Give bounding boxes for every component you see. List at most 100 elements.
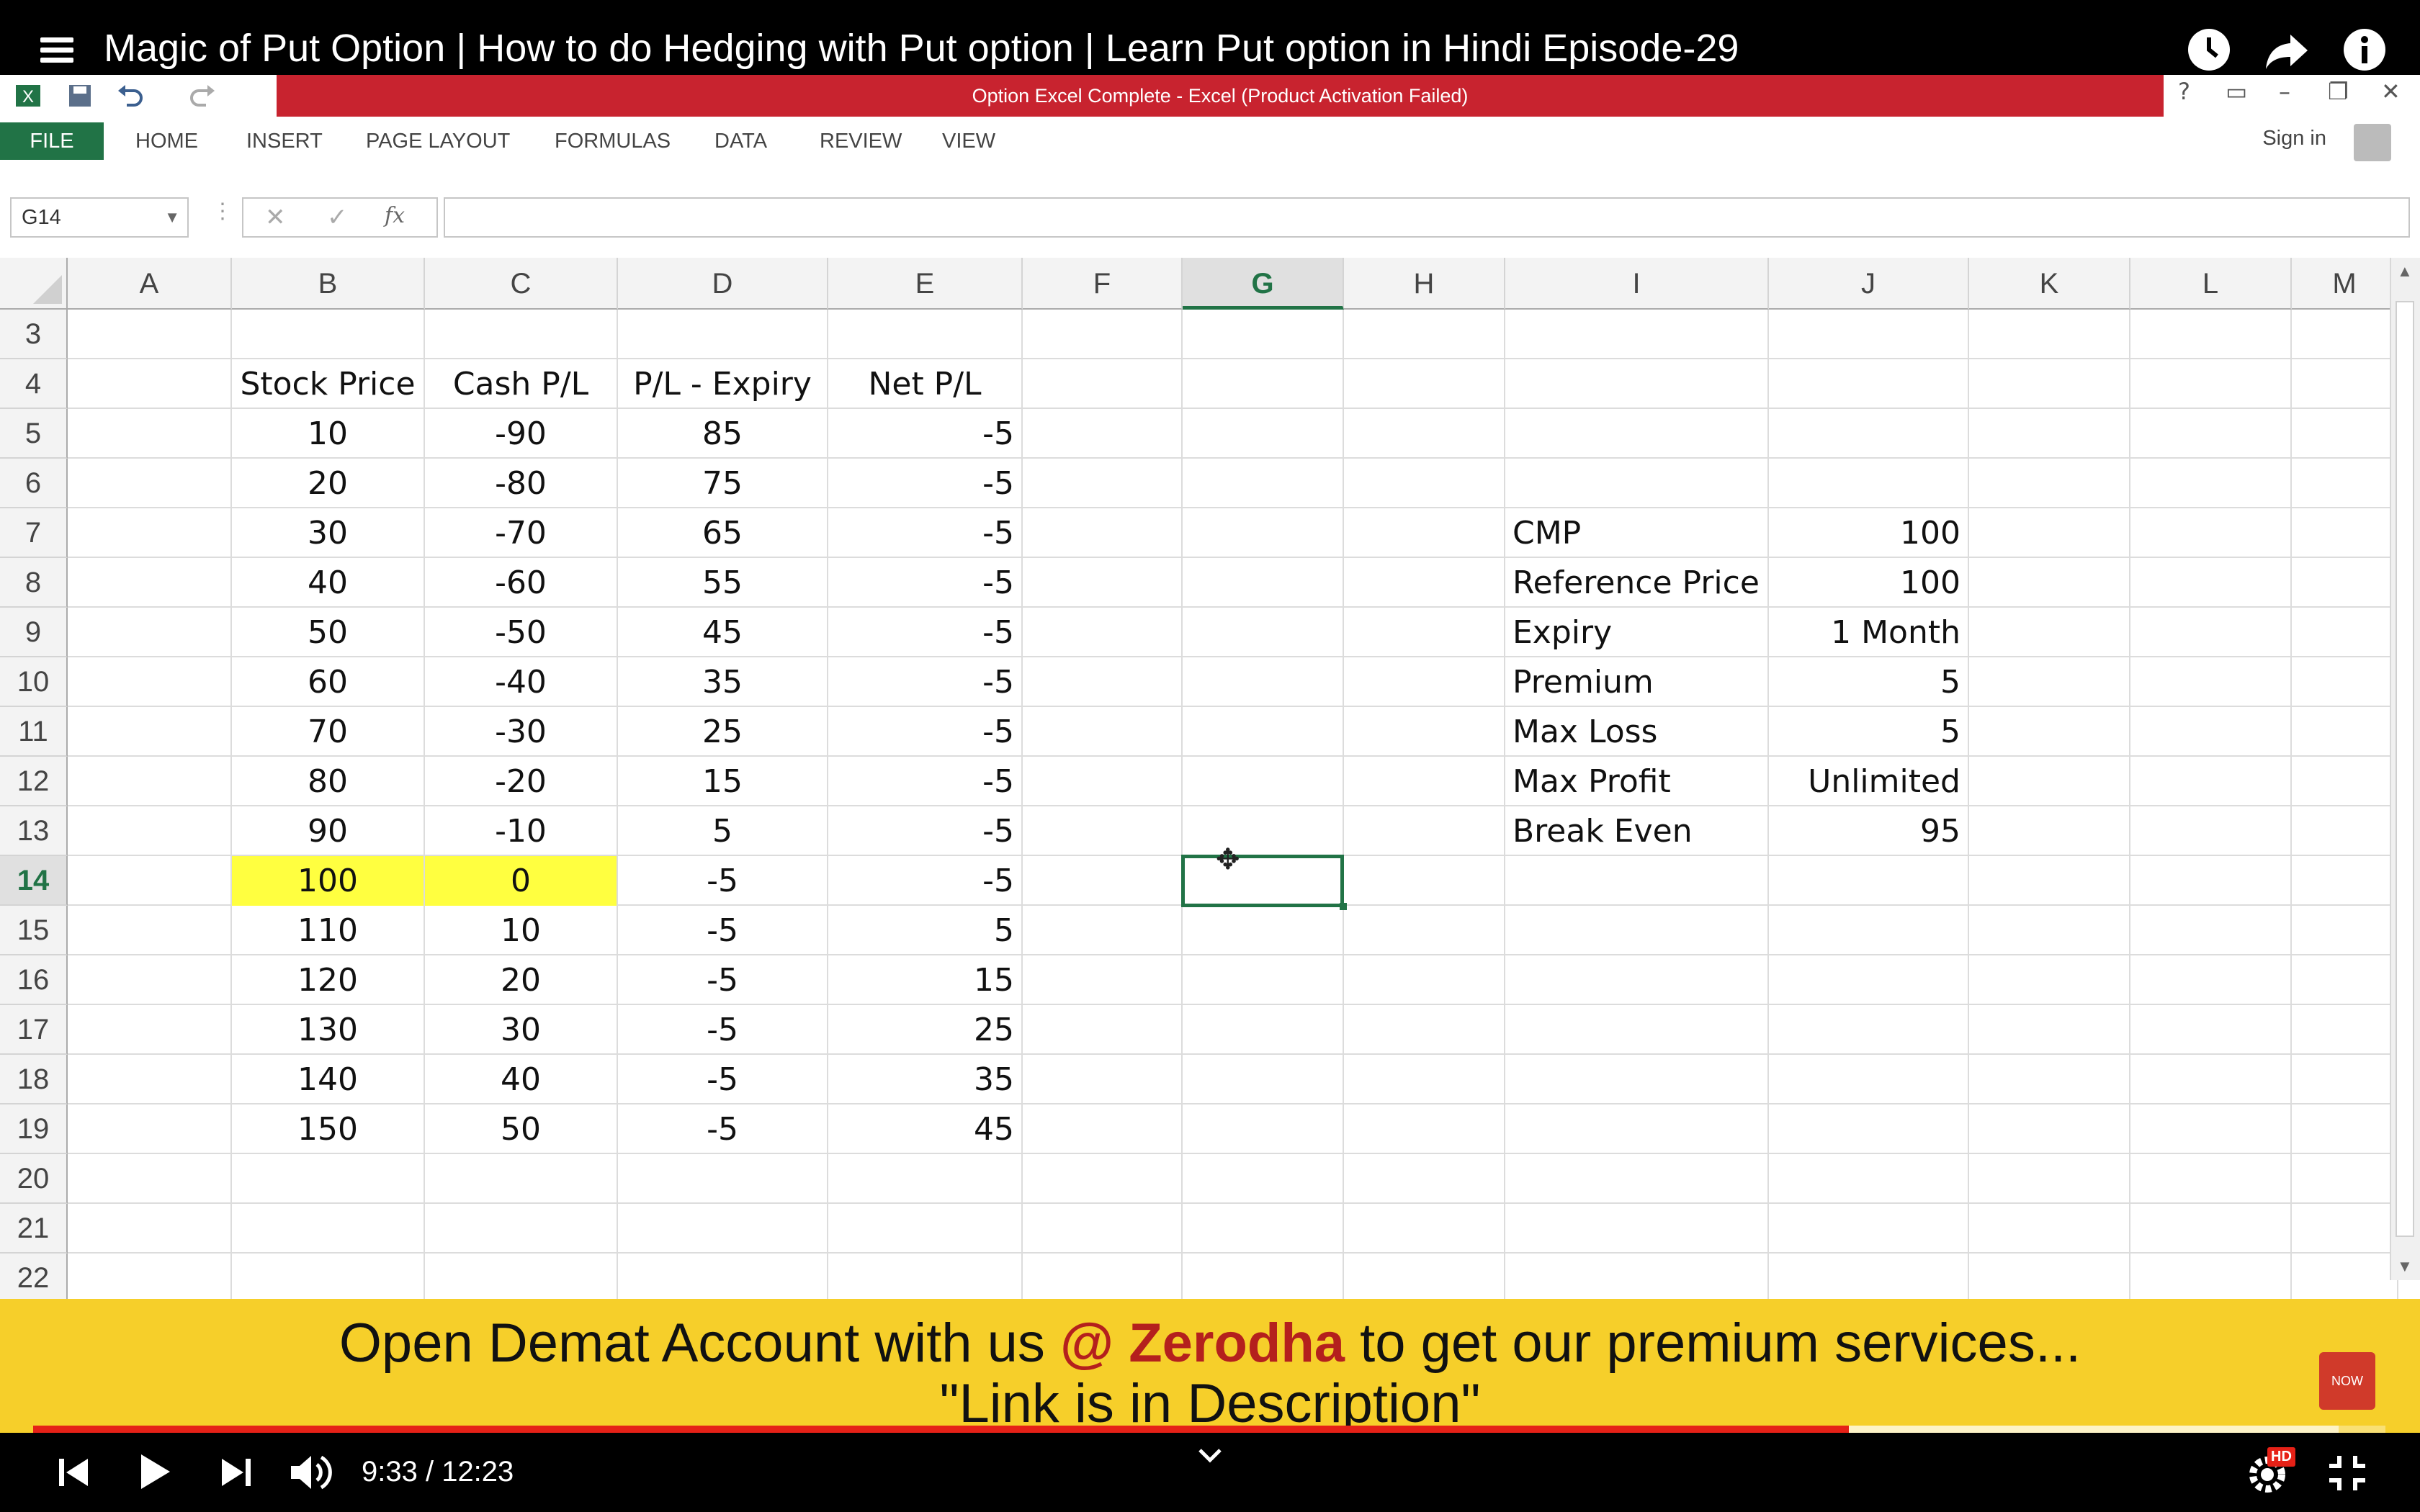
row-header-3[interactable]: 3 <box>0 310 68 359</box>
summary-label[interactable]: Max Loss <box>1505 707 1767 757</box>
restore-icon[interactable]: ❐ <box>2328 78 2349 105</box>
column-header-k[interactable]: K <box>1969 258 2130 310</box>
subscribe-badge[interactable]: NOW <box>2319 1352 2375 1410</box>
row-header-12[interactable]: 12 <box>0 757 68 806</box>
column-header-c[interactable]: C <box>425 258 618 310</box>
scroll-up-icon[interactable]: ▲ <box>2397 262 2413 281</box>
table-cell[interactable]: 10 <box>425 906 617 955</box>
video-title[interactable]: Magic of Put Option | How to do Hedging … <box>104 26 1739 71</box>
chevron-down-icon[interactable]: ▼ <box>164 199 180 236</box>
row-header-13[interactable]: 13 <box>0 806 68 856</box>
undo-icon[interactable] <box>115 81 145 111</box>
row-header-20[interactable]: 20 <box>0 1154 68 1204</box>
summary-label[interactable]: Max Profit <box>1505 757 1767 806</box>
scrollbar-thumb[interactable] <box>2396 301 2414 1237</box>
table-header-cell[interactable]: P/L - Expiry <box>618 359 827 409</box>
progress-bar[interactable] <box>33 1426 2385 1433</box>
table-cell[interactable]: 25 <box>828 1005 1021 1055</box>
table-cell[interactable]: -5 <box>828 508 1021 558</box>
table-cell[interactable]: 100 <box>232 856 424 906</box>
table-header-cell[interactable]: Cash P/L <box>425 359 617 409</box>
tab-page-layout[interactable]: PAGE LAYOUT <box>366 122 510 160</box>
table-cell[interactable]: 85 <box>618 409 827 459</box>
drag-handle-icon[interactable]: ⋮ <box>212 199 233 224</box>
table-cell[interactable]: -5 <box>618 856 827 906</box>
insert-function-icon[interactable]: fx <box>385 203 405 228</box>
table-cell[interactable]: -5 <box>618 1104 827 1154</box>
table-cell[interactable]: 110 <box>232 906 424 955</box>
table-cell[interactable]: -5 <box>828 856 1021 906</box>
summary-label[interactable]: Break Even <box>1505 806 1767 856</box>
summary-value[interactable]: Unlimited <box>1769 757 1968 806</box>
row-header-8[interactable]: 8 <box>0 558 68 608</box>
tab-file[interactable]: FILE <box>0 122 104 160</box>
table-cell[interactable]: 65 <box>618 508 827 558</box>
column-header-m[interactable]: M <box>2292 258 2398 310</box>
table-cell[interactable]: 5 <box>828 906 1021 955</box>
table-cell[interactable]: -5 <box>828 558 1021 608</box>
chevron-down-icon[interactable] <box>1197 1447 1223 1464</box>
column-header-g[interactable]: G <box>1183 258 1344 310</box>
table-cell[interactable]: 15 <box>828 955 1021 1005</box>
watch-later-icon[interactable] <box>2187 27 2231 72</box>
table-cell[interactable]: -5 <box>618 906 827 955</box>
summary-value[interactable]: 100 <box>1769 508 1968 558</box>
table-cell[interactable]: -5 <box>618 955 827 1005</box>
save-icon[interactable] <box>65 81 95 111</box>
row-header-11[interactable]: 11 <box>0 707 68 757</box>
table-cell[interactable]: 40 <box>232 558 424 608</box>
help-icon[interactable]: ? <box>2178 78 2190 105</box>
table-cell[interactable]: 120 <box>232 955 424 1005</box>
table-cell[interactable]: -5 <box>828 757 1021 806</box>
summary-label[interactable]: CMP <box>1505 508 1767 558</box>
table-cell[interactable]: 50 <box>425 1104 617 1154</box>
summary-label[interactable]: Expiry <box>1505 608 1767 657</box>
table-cell[interactable]: -90 <box>425 409 617 459</box>
row-header-7[interactable]: 7 <box>0 508 68 558</box>
column-header-l[interactable]: L <box>2130 258 2292 310</box>
ribbon-display-icon[interactable]: ▭ <box>2226 78 2247 105</box>
table-cell[interactable]: -20 <box>425 757 617 806</box>
column-header-a[interactable]: A <box>68 258 232 310</box>
row-header-17[interactable]: 17 <box>0 1005 68 1055</box>
table-cell[interactable]: -5 <box>828 608 1021 657</box>
tab-review[interactable]: REVIEW <box>820 122 902 160</box>
table-cell[interactable]: -50 <box>425 608 617 657</box>
table-cell[interactable]: 60 <box>232 657 424 707</box>
table-cell[interactable]: -5 <box>828 806 1021 856</box>
summary-value[interactable]: 95 <box>1769 806 1968 856</box>
table-cell[interactable]: 35 <box>618 657 827 707</box>
table-cell[interactable]: 45 <box>618 608 827 657</box>
next-icon[interactable] <box>220 1456 252 1489</box>
table-cell[interactable]: -5 <box>828 459 1021 508</box>
table-cell[interactable]: 35 <box>828 1055 1021 1104</box>
table-cell[interactable]: 5 <box>618 806 827 856</box>
table-cell[interactable]: 25 <box>618 707 827 757</box>
summary-value[interactable]: 5 <box>1769 707 1968 757</box>
tab-insert[interactable]: INSERT <box>246 122 323 160</box>
exit-fullscreen-icon[interactable] <box>2328 1454 2367 1492</box>
summary-value[interactable]: 1 Month <box>1769 608 1968 657</box>
minimize-icon[interactable]: – <box>2279 78 2290 105</box>
table-cell[interactable]: 55 <box>618 558 827 608</box>
tab-home[interactable]: HOME <box>135 122 198 160</box>
table-cell[interactable]: 40 <box>425 1055 617 1104</box>
column-header-d[interactable]: D <box>618 258 828 310</box>
table-cell[interactable]: -5 <box>618 1055 827 1104</box>
sign-in-link[interactable]: Sign in <box>2262 127 2326 150</box>
table-cell[interactable]: 130 <box>232 1005 424 1055</box>
row-header-6[interactable]: 6 <box>0 459 68 508</box>
row-header-9[interactable]: 9 <box>0 608 68 657</box>
column-header-j[interactable]: J <box>1769 258 1969 310</box>
promo-banner[interactable]: Open Demat Account with us @ Zerodha to … <box>0 1299 2420 1434</box>
row-header-21[interactable]: 21 <box>0 1204 68 1254</box>
table-cell[interactable]: -40 <box>425 657 617 707</box>
table-cell[interactable]: 45 <box>828 1104 1021 1154</box>
table-cell[interactable]: 20 <box>425 955 617 1005</box>
table-header-cell[interactable]: Net P/L <box>828 359 1021 409</box>
summary-value[interactable]: 5 <box>1769 657 1968 707</box>
selected-cell-g14[interactable] <box>1181 855 1344 907</box>
row-header-22[interactable]: 22 <box>0 1254 68 1299</box>
scroll-down-icon[interactable]: ▼ <box>2397 1257 2413 1276</box>
table-cell[interactable]: -10 <box>425 806 617 856</box>
